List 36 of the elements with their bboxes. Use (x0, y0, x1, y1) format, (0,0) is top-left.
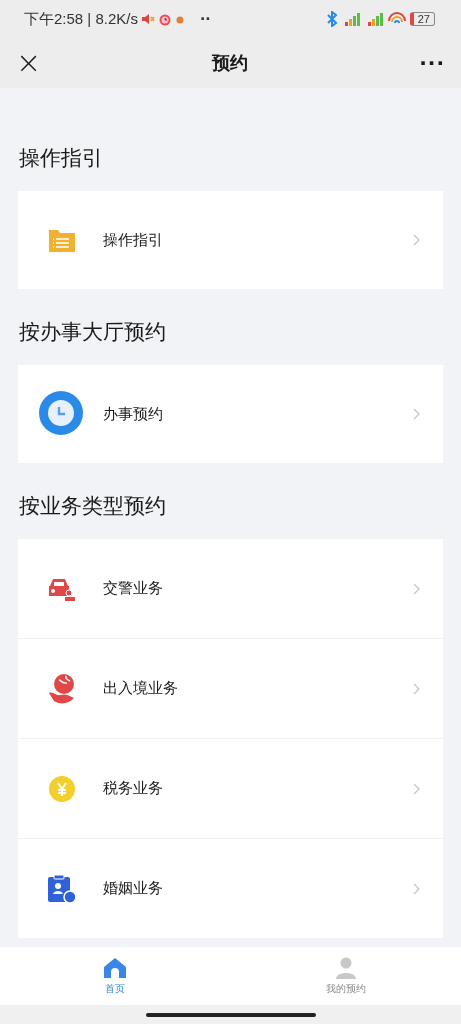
chevron-right-icon (413, 782, 421, 795)
list-item[interactable]: 办事预约 (18, 365, 443, 463)
section-title: 操作指引 (18, 145, 104, 172)
folder-icon (47, 227, 76, 253)
clipboard-icon (46, 873, 77, 904)
home-icon (103, 956, 128, 979)
wifi-icon (386, 12, 407, 26)
chevron-right-icon (413, 882, 421, 895)
list-item[interactable]: 税务业务 (18, 738, 443, 838)
section-title: 按业务类型预约 (18, 493, 167, 520)
page-title: 预约 (212, 51, 249, 75)
battery-icon: 27 (409, 12, 435, 26)
globe-hand-icon (47, 672, 76, 705)
more-button[interactable]: ··· (419, 51, 445, 75)
chevron-right-icon (413, 408, 421, 420)
close-button[interactable]: × (16, 48, 42, 78)
alarm-icon (157, 12, 172, 26)
list-item[interactable]: 出入境业务 (18, 638, 443, 738)
home-indicator[interactable] (145, 1012, 316, 1017)
section-title: 按办事大厅预约 (18, 319, 167, 346)
clock-icon (37, 390, 86, 438)
list-item[interactable]: 操作指引 (18, 191, 443, 289)
yen-coin-icon (47, 774, 76, 803)
list-item[interactable]: 交警业务 (18, 539, 443, 638)
bluetooth-icon (325, 11, 338, 27)
status-time: 下午2:58 | 8.2K/s (24, 9, 138, 29)
mute-icon (140, 12, 155, 26)
chevron-right-icon (413, 234, 421, 246)
status-dots: ·· (199, 11, 211, 27)
person-icon (333, 956, 358, 979)
chevron-right-icon (413, 582, 421, 595)
tab[interactable]: 我的预约 (230, 947, 461, 1005)
tab[interactable]: 首页 (0, 947, 231, 1005)
list-item[interactable]: 婚姻业务 (18, 838, 443, 938)
notification-icon (174, 14, 185, 24)
chevron-right-icon (413, 682, 421, 695)
